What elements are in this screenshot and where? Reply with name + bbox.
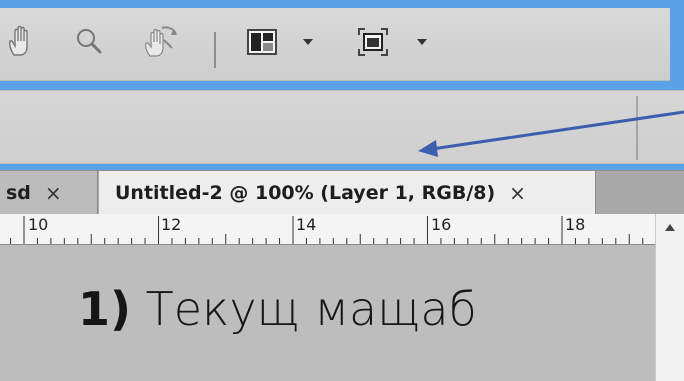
annotation-arrow [418, 110, 684, 157]
